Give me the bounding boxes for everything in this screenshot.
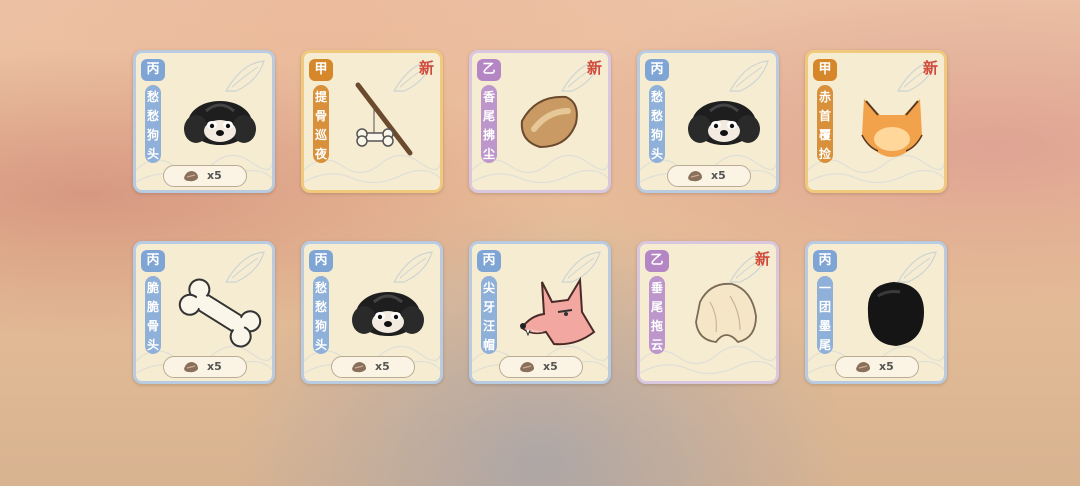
tier-badge: 丙 xyxy=(141,250,165,272)
tier-badge: 丙 xyxy=(813,250,837,272)
item-card[interactable]: 丙脆脆骨头 x5 xyxy=(133,241,275,384)
material-icon xyxy=(352,362,366,373)
tier-badge: 丙 xyxy=(141,59,165,81)
item-card[interactable]: 丙愁愁狗头 x5 xyxy=(301,241,443,384)
tier-badge: 甲 xyxy=(309,59,333,81)
material-icon xyxy=(184,362,198,373)
item-name: 愁愁狗头 xyxy=(649,85,665,163)
black-tail-icon xyxy=(838,272,944,354)
cost-amount: x5 xyxy=(543,360,558,373)
new-tag: 新 xyxy=(418,59,434,77)
material-icon xyxy=(184,171,198,182)
cost-pill: x5 xyxy=(667,165,751,187)
item-card[interactable]: 乙垂尾拖云 新 xyxy=(637,241,779,384)
shihtzu-head-icon xyxy=(670,81,776,163)
item-name: 赤首覆捡 xyxy=(817,85,833,163)
cost-amount: x5 xyxy=(711,169,726,182)
brown-tail-icon xyxy=(502,81,608,163)
item-name: 愁愁狗头 xyxy=(145,85,161,163)
item-name: 愁愁狗头 xyxy=(313,276,329,354)
collection-grid: 丙愁愁狗头 x5 甲提骨巡夜新 乙香尾拂尘新 丙 愁愁狗头 x5 甲 赤首覆捡 … xyxy=(133,50,947,384)
shihtzu-head-icon xyxy=(334,272,440,354)
tier-badge: 丙 xyxy=(477,250,501,272)
item-name: 垂尾拖云 xyxy=(649,276,665,354)
item-card[interactable]: 乙香尾拂尘 新 xyxy=(469,50,611,193)
cost-amount: x5 xyxy=(207,360,222,373)
material-icon xyxy=(856,362,870,373)
item-card[interactable]: 甲赤首覆捡 新 xyxy=(805,50,947,193)
cream-tail-icon xyxy=(670,272,776,354)
cost-amount: x5 xyxy=(879,360,894,373)
cost-pill: x5 xyxy=(331,356,415,378)
item-name: 提骨巡夜 xyxy=(313,85,329,163)
fox-head-icon xyxy=(838,81,944,163)
bone-icon xyxy=(166,272,272,354)
bone-on-stick-icon xyxy=(334,81,440,163)
cost-pill: x5 xyxy=(835,356,919,378)
material-icon xyxy=(688,171,702,182)
cost-amount: x5 xyxy=(375,360,390,373)
tier-badge: 乙 xyxy=(477,59,501,81)
cost-pill: x5 xyxy=(499,356,583,378)
new-tag: 新 xyxy=(922,59,938,77)
item-card[interactable]: 丙一团墨尾 x5 xyxy=(805,241,947,384)
item-name: 一团墨尾 xyxy=(817,276,833,354)
tier-badge: 甲 xyxy=(813,59,837,81)
cost-amount: x5 xyxy=(207,169,222,182)
item-name: 香尾拂尘 xyxy=(481,85,497,163)
new-tag: 新 xyxy=(586,59,602,77)
shihtzu-head-icon xyxy=(166,81,272,163)
tier-badge: 丙 xyxy=(309,250,333,272)
material-icon xyxy=(520,362,534,373)
tier-badge: 乙 xyxy=(645,250,669,272)
item-card[interactable]: 甲提骨巡夜 新 xyxy=(301,50,443,193)
cost-pill: x5 xyxy=(163,165,247,187)
wolf-hat-icon xyxy=(502,272,608,354)
item-card[interactable]: 丙愁愁狗头 x5 xyxy=(637,50,779,193)
tier-badge: 丙 xyxy=(645,59,669,81)
new-tag: 新 xyxy=(754,250,770,268)
item-name: 尖牙汪帽 xyxy=(481,276,497,354)
cost-pill: x5 xyxy=(163,356,247,378)
item-card[interactable]: 丙愁愁狗头 x5 xyxy=(133,50,275,193)
item-name: 脆脆骨头 xyxy=(145,276,161,354)
item-card[interactable]: 丙尖牙汪帽 x5 xyxy=(469,241,611,384)
